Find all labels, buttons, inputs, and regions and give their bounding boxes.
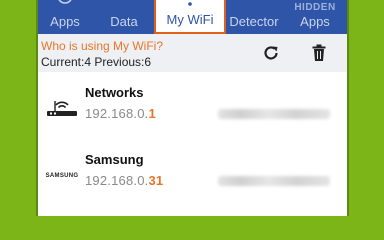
phone-screen: Apps Data My WiFi Detector HIDDEN Apps W… (36, 0, 348, 216)
refresh-button[interactable] (260, 42, 282, 64)
mac-address-redacted (218, 109, 330, 119)
device-ip: 192.168.0.31 (85, 173, 163, 188)
ip-prefix: 192.168.0. (85, 106, 149, 121)
ip-last-octet: 1 (148, 106, 156, 121)
tab-data-label: Data (110, 14, 138, 29)
hidden-apps-badge: HIDDEN (294, 2, 336, 13)
device-name: Networks (85, 85, 144, 100)
wifi-icon (188, 2, 192, 6)
phone-frame-right (347, 0, 349, 216)
samsung-logo-text: SAMSUNG (45, 173, 79, 179)
tab-apps[interactable]: Apps (36, 0, 94, 34)
router-icon (44, 98, 80, 120)
ip-last-octet: 31 (148, 173, 164, 188)
device-row[interactable]: Networks 192.168.0.1 (36, 84, 348, 148)
ip-prefix: 192.168.0. (85, 173, 149, 188)
phone-frame-left (36, 0, 38, 216)
device-counts: Current:4 Previous:6 (41, 55, 152, 69)
apps-icon (58, 0, 72, 4)
tab-apps-label: Apps (50, 14, 80, 29)
trash-icon (312, 44, 326, 61)
delete-button[interactable] (308, 42, 330, 64)
data-icon (116, 0, 132, 6)
device-row[interactable]: SAMSUNG Samsung 192.168.0.31 (36, 151, 348, 215)
tab-data[interactable]: Data (94, 0, 154, 34)
device-ip: 192.168.0.1 (85, 106, 156, 121)
device-name: Samsung (85, 152, 144, 167)
detector-icon (246, 0, 262, 6)
tab-hidden-apps-label: Apps (300, 14, 330, 29)
samsung-logo: SAMSUNG (44, 165, 80, 187)
usage-title: Who is using My WiFi? (41, 39, 164, 53)
mac-address-redacted (218, 176, 330, 186)
tab-detector-label: Detector (229, 14, 279, 29)
tab-detector[interactable]: Detector (226, 0, 282, 34)
tab-my-wifi[interactable]: My WiFi (154, 0, 226, 34)
refresh-icon (264, 46, 278, 60)
tab-hidden-apps[interactable]: HIDDEN Apps (282, 0, 348, 34)
usage-header: Who is using My WiFi? Current:4 Previous… (36, 34, 348, 72)
tab-my-wifi-label: My WiFi (166, 12, 214, 27)
tab-bar: Apps Data My WiFi Detector HIDDEN Apps (36, 0, 348, 34)
